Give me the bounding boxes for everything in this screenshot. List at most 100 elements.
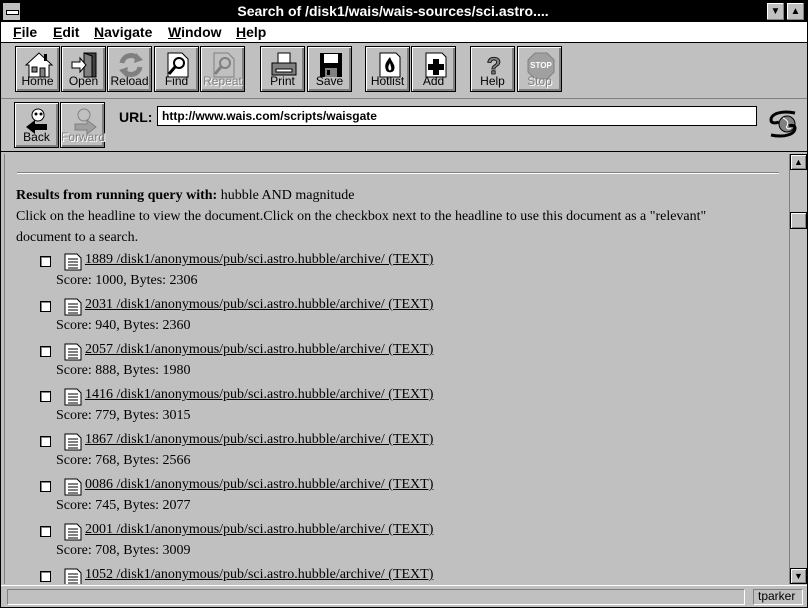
back-label: Back (23, 130, 50, 144)
menu-help-label: elp (246, 24, 267, 40)
result-item: 1889 /disk1/anonymous/pub/sci.astro.hubb… (5, 252, 785, 297)
main-toolbar: Home Open Reload Find Repeat Print Save … (1, 43, 807, 99)
menu-edit[interactable]: Edit (53, 24, 79, 40)
menu-window[interactable]: Window (168, 24, 222, 40)
relevance-checkbox[interactable] (40, 256, 51, 267)
repeat-label: Repeat (203, 74, 242, 88)
result-item: 1416 /disk1/anonymous/pub/sci.astro.hubb… (5, 387, 785, 432)
navigation-bar: Back Forward URL: (1, 99, 807, 152)
result-item: 2001 /disk1/anonymous/pub/sci.astro.hubb… (5, 522, 785, 567)
relevance-checkbox[interactable] (40, 481, 51, 492)
find-label: Find (164, 74, 189, 88)
relevance-checkbox[interactable] (40, 346, 51, 357)
scroll-down-button[interactable]: ▼ (790, 568, 807, 584)
stop-sign-text: STOP (530, 61, 552, 70)
window-title: Search of /disk1/wais/wais-sources/sci.a… (237, 3, 549, 19)
result-link[interactable]: 1052 /disk1/anonymous/pub/sci.astro.hubb… (85, 567, 433, 583)
document-icon (64, 298, 82, 316)
print-button[interactable]: Print (260, 46, 305, 92)
menu-navigate[interactable]: Navigate (94, 24, 152, 40)
result-score: Score: 779, Bytes: 3015 (56, 408, 191, 423)
repeat-button[interactable]: Repeat (200, 46, 245, 92)
status-bar: tparker (1, 585, 807, 607)
open-button[interactable]: Open (61, 46, 106, 92)
query-prefix: Results from running query with: (16, 188, 218, 203)
result-score: Score: 888, Bytes: 1980 (56, 363, 191, 378)
result-link[interactable]: 1889 /disk1/anonymous/pub/sci.astro.hubb… (85, 252, 433, 268)
menu-window-label: indow (181, 24, 222, 40)
query-line: Results from running query with: hubble … (16, 188, 354, 204)
reload-button[interactable]: Reload (107, 46, 152, 92)
document-icon (64, 568, 82, 584)
result-score: Score: 940, Bytes: 2360 (56, 318, 191, 333)
scroll-thumb[interactable] (790, 212, 807, 229)
menu-window-accel: W (168, 24, 182, 40)
result-score: Score: 745, Bytes: 2077 (56, 498, 191, 513)
result-score: Score: 708, Bytes: 3009 (56, 543, 191, 558)
reload-label: Reload (110, 74, 149, 88)
globe-icon[interactable] (767, 108, 799, 140)
forward-label: Forward (61, 130, 106, 144)
result-item: 0086 /disk1/anonymous/pub/sci.astro.hubb… (5, 477, 785, 522)
print-label: Print (270, 74, 295, 88)
relevance-checkbox[interactable] (40, 391, 51, 402)
menu-help-accel: H (236, 24, 247, 40)
url-label: URL: (119, 109, 153, 125)
browser-window: Search of /disk1/wais/wais-sources/sci.a… (0, 0, 808, 608)
vertical-scrollbar[interactable]: ▲ ▼ (789, 154, 807, 584)
menu-navigate-label: avigate (104, 24, 153, 40)
add-label: Add (422, 74, 445, 88)
save-button[interactable]: Save (307, 46, 352, 92)
query-text: hubble AND magnitude (220, 188, 355, 203)
home-button[interactable]: Home (15, 46, 60, 92)
home-label: Home (21, 74, 54, 88)
status-message (7, 589, 745, 605)
relevance-checkbox[interactable] (40, 436, 51, 447)
result-link[interactable]: 0086 /disk1/anonymous/pub/sci.astro.hubb… (85, 477, 433, 493)
url-input[interactable] (157, 106, 757, 126)
result-score: Score: 1000, Bytes: 2306 (56, 273, 198, 288)
result-link[interactable]: 1867 /disk1/anonymous/pub/sci.astro.hubb… (85, 432, 433, 448)
hotlist-label: Hotlist (370, 74, 405, 88)
scroll-up-button[interactable]: ▲ (790, 154, 807, 170)
menu-bar: File Edit Navigate Window Help (1, 22, 807, 43)
document-icon (64, 388, 82, 406)
result-link[interactable]: 2057 /disk1/anonymous/pub/sci.astro.hubb… (85, 342, 433, 358)
add-button[interactable]: Add (411, 46, 456, 92)
menu-edit-label: dit (62, 24, 80, 40)
result-item: 1867 /disk1/anonymous/pub/sci.astro.hubb… (5, 432, 785, 477)
result-link[interactable]: 2031 /disk1/anonymous/pub/sci.astro.hubb… (85, 297, 433, 313)
system-menu-button[interactable] (2, 2, 21, 21)
instructions-line-1: Click on the headline to view the docume… (16, 209, 707, 224)
result-score: Score: 768, Bytes: 2566 (56, 453, 191, 468)
back-button[interactable]: Back (14, 102, 59, 148)
document-icon (64, 523, 82, 541)
maximize-button[interactable]: ▲ (786, 2, 805, 21)
open-label: Open (68, 74, 99, 88)
help-button[interactable]: ? Help (470, 46, 515, 92)
document-icon (64, 253, 82, 271)
menu-navigate-accel: N (94, 24, 105, 40)
result-item: 2057 /disk1/anonymous/pub/sci.astro.hubb… (5, 342, 785, 387)
document-icon (64, 343, 82, 361)
stop-button[interactable]: STOP Stop (517, 46, 562, 92)
result-link[interactable]: 1416 /disk1/anonymous/pub/sci.astro.hubb… (85, 387, 433, 403)
result-link[interactable]: 2001 /disk1/anonymous/pub/sci.astro.hubb… (85, 522, 433, 538)
hotlist-button[interactable]: Hotlist (365, 46, 410, 92)
menu-help[interactable]: Help (236, 24, 266, 40)
document-icon (64, 478, 82, 496)
document-view: Results from running query with: hubble … (4, 154, 789, 584)
forward-button[interactable]: Forward (60, 102, 105, 148)
find-button[interactable]: Find (154, 46, 199, 92)
relevance-checkbox[interactable] (40, 526, 51, 537)
relevance-checkbox[interactable] (40, 571, 51, 582)
menu-file[interactable]: File (13, 24, 37, 40)
result-item: 2031 /disk1/anonymous/pub/sci.astro.hubb… (5, 297, 785, 342)
status-user: tparker (753, 589, 803, 605)
minimize-button[interactable]: ▼ (766, 2, 785, 21)
relevance-checkbox[interactable] (40, 301, 51, 312)
menu-file-label: ile (21, 24, 38, 40)
menu-edit-accel: E (53, 24, 63, 40)
title-bar: Search of /disk1/wais/wais-sources/sci.a… (1, 1, 807, 22)
divider (17, 172, 779, 174)
